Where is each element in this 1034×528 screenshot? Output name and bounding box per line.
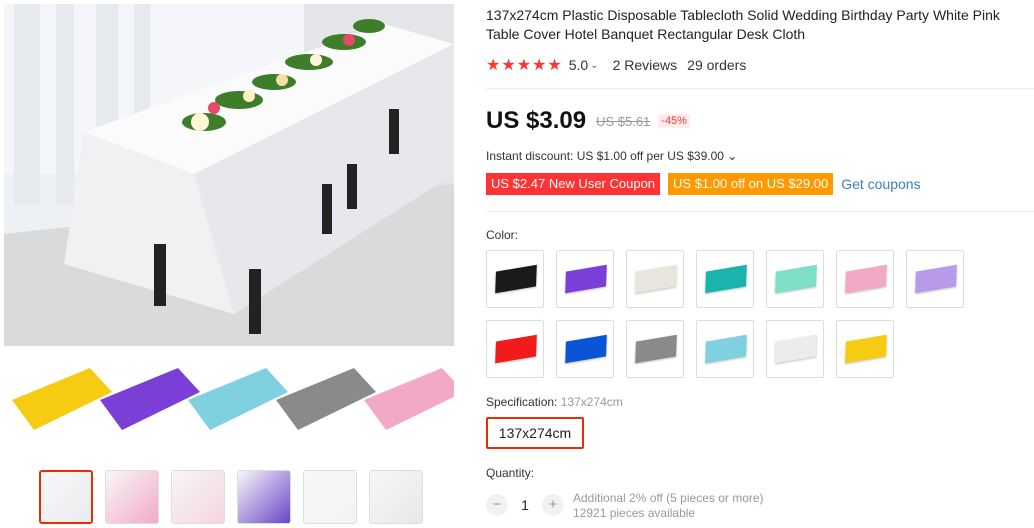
quantity-stepper: − 1 + xyxy=(486,494,564,516)
color-swatch[interactable] xyxy=(486,250,544,308)
chevron-down-icon[interactable]: ⌄ xyxy=(590,60,598,71)
color-swatch[interactable] xyxy=(696,320,754,378)
specification-label-text: Specification: xyxy=(486,395,558,409)
price-row: US $3.09 US $5.61 -45% xyxy=(486,107,690,135)
specification-label: Specification: 137x274cm xyxy=(486,395,623,409)
store-coupon[interactable]: US $1.00 off on US $29.00 xyxy=(668,173,834,195)
product-title: 137x274cm Plastic Disposable Tablecloth … xyxy=(486,7,1000,42)
bulk-discount-text: Additional 2% off (5 pieces or more) xyxy=(573,491,764,505)
coupon-row: US $2.47 New User Coupon US $1.00 off on… xyxy=(486,173,921,195)
tablecloth-swatch-image xyxy=(775,264,817,294)
color-swatch[interactable] xyxy=(836,320,894,378)
color-swatch[interactable] xyxy=(696,250,754,308)
tablecloth-color-sample xyxy=(364,368,464,430)
main-product-image[interactable] xyxy=(4,4,454,346)
color-variants-image xyxy=(4,350,464,460)
tablecloth-color-sample xyxy=(188,368,288,430)
thumbnail-image[interactable] xyxy=(105,470,159,524)
divider xyxy=(486,88,1034,89)
tablecloth-color-sample xyxy=(276,368,376,430)
rating-score[interactable]: 5.0 xyxy=(569,57,588,73)
tablecloth-color-sample xyxy=(12,368,112,430)
current-price: US $3.09 xyxy=(486,107,587,134)
color-swatch[interactable] xyxy=(836,250,894,308)
quantity-info: Additional 2% off (5 pieces or more) 129… xyxy=(573,491,764,521)
tablecloth-swatch-image xyxy=(495,334,537,364)
color-swatch[interactable] xyxy=(626,250,684,308)
color-swatch[interactable] xyxy=(486,320,544,378)
color-swatch[interactable] xyxy=(766,250,824,308)
color-swatch[interactable] xyxy=(556,320,614,378)
original-price: US $5.61 xyxy=(596,113,651,129)
thumbnail-list xyxy=(39,470,423,524)
thumbnail-image[interactable] xyxy=(237,470,291,524)
color-swatch-list xyxy=(486,250,976,378)
specification-selected-value: 137x274cm xyxy=(560,395,623,409)
decrease-quantity-button[interactable]: − xyxy=(486,494,508,516)
discount-badge: -45% xyxy=(658,114,690,128)
star-rating-icon: ★★★★★ xyxy=(486,57,563,74)
color-strip-graphic xyxy=(12,368,464,430)
color-swatch[interactable] xyxy=(906,250,964,308)
quantity-input[interactable]: 1 xyxy=(508,497,542,513)
stock-available-text: 12921 pieces available xyxy=(573,506,696,520)
spec-option-button[interactable]: 137x274cm xyxy=(486,417,584,449)
instant-discount[interactable]: Instant discount: US $1.00 off per US $3… xyxy=(486,149,737,163)
new-user-coupon[interactable]: US $2.47 New User Coupon xyxy=(486,173,661,195)
increase-quantity-button[interactable]: + xyxy=(542,494,564,516)
thumbnail-image[interactable] xyxy=(303,470,357,524)
color-label: Color: xyxy=(486,228,519,242)
reviews-link[interactable]: 2 Reviews xyxy=(613,57,678,73)
tablecloth-swatch-image xyxy=(635,264,677,294)
tablecloth-swatch-image xyxy=(845,334,887,364)
tablecloth-swatch-image xyxy=(495,264,537,294)
tablecloth-swatch-image xyxy=(705,334,747,364)
rating-row: ★★★★★ 5.0 ⌄ 2 Reviews 29 orders xyxy=(486,55,746,75)
tablecloth-swatch-image xyxy=(845,264,887,294)
tablecloth-photo xyxy=(4,4,454,346)
tablecloth-swatch-image xyxy=(915,264,957,294)
orders-count: 29 orders xyxy=(687,57,747,73)
quantity-label: Quantity: xyxy=(486,466,535,480)
color-swatch[interactable] xyxy=(766,320,824,378)
thumbnail-image[interactable] xyxy=(369,470,423,524)
tablecloth-swatch-image xyxy=(565,264,607,294)
tablecloth-swatch-image xyxy=(565,334,607,364)
color-swatch[interactable] xyxy=(556,250,614,308)
thumbnail-image[interactable] xyxy=(171,470,225,524)
thumbnail-image[interactable] xyxy=(39,470,93,524)
get-coupons-link[interactable]: Get coupons xyxy=(841,176,920,192)
divider xyxy=(486,211,1034,212)
tablecloth-color-sample xyxy=(100,368,200,430)
tablecloth-swatch-image xyxy=(775,334,817,364)
color-swatch[interactable] xyxy=(626,320,684,378)
tablecloth-swatch-image xyxy=(705,264,747,294)
tablecloth-swatch-image xyxy=(635,334,677,364)
